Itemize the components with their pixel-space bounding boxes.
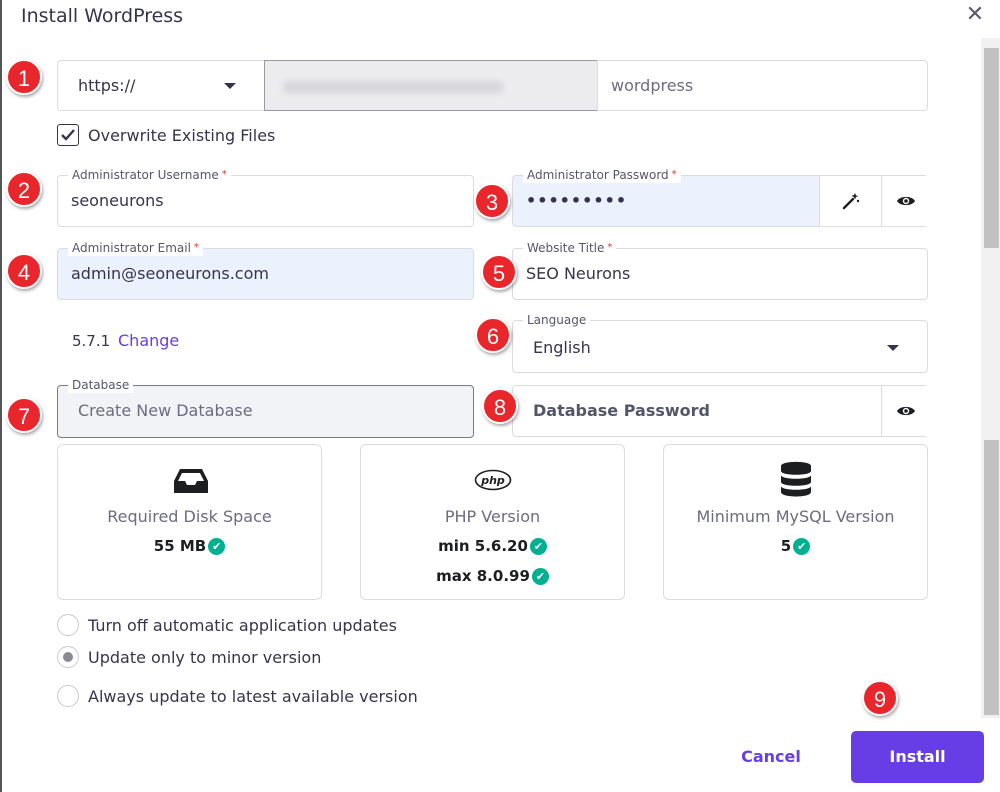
update-option-label: Turn off automatic application updates	[88, 615, 397, 635]
disk-space-value: 55 MB ✔	[58, 537, 321, 555]
admin-username-value: seoneurons	[71, 191, 164, 210]
annotation-badge-2: 2	[6, 171, 42, 207]
scrollbar-thumb[interactable]	[984, 48, 999, 248]
update-option-label: Always update to latest available versio…	[88, 686, 418, 706]
update-option-latest[interactable]: Always update to latest available versio…	[57, 685, 418, 707]
path-value: wordpress	[611, 76, 694, 95]
annotation-badge-6: 6	[475, 317, 511, 353]
install-wordpress-dialog: Install WordPress ✕ https:// wordpress O…	[0, 0, 1000, 792]
install-button[interactable]: Install	[851, 731, 984, 783]
disk-space-title: Required Disk Space	[107, 507, 272, 526]
close-icon[interactable]: ✕	[964, 4, 986, 26]
version-number: 5.7.1	[72, 332, 111, 350]
disk-space-card: Required Disk Space 55 MB ✔	[57, 444, 322, 600]
php-logo-icon: php	[474, 469, 512, 491]
database-field[interactable]: Database Create New Database	[57, 377, 474, 438]
inbox-tray-icon	[174, 469, 208, 493]
scrollbar-thumb-lower	[984, 440, 999, 715]
php-min-version: min 5.6.20 ✔	[361, 537, 624, 555]
annotation-badge-8: 8	[482, 388, 518, 424]
admin-username-field[interactable]: Administrator Username * seoneurons	[57, 167, 474, 227]
annotation-badge-1: 1	[6, 59, 42, 95]
chevron-down-icon	[224, 83, 236, 89]
show-admin-password-button[interactable]	[881, 176, 929, 226]
language-label: Language	[523, 312, 591, 328]
check-icon: ✔	[793, 538, 811, 555]
database-password-field[interactable]: Database Password	[512, 385, 929, 437]
show-database-password-button[interactable]	[881, 386, 929, 436]
database-label: Database	[68, 377, 134, 393]
update-option-label: Update only to minor version	[88, 647, 322, 667]
php-version-title: PHP Version	[444, 507, 541, 526]
database-icon	[781, 461, 811, 497]
annotation-badge-7: 7	[6, 397, 42, 433]
update-option-minor[interactable]: Update only to minor version	[57, 646, 321, 668]
chevron-down-icon	[887, 345, 899, 351]
database-value: Create New Database	[78, 401, 253, 420]
annotation-badge-5: 5	[481, 254, 517, 290]
check-icon: ✔	[531, 568, 549, 585]
overwrite-label: Overwrite Existing Files	[88, 126, 276, 145]
radio-dot	[63, 652, 73, 662]
website-title-value: SEO Neurons	[526, 264, 631, 283]
admin-email-label: Administrator Email *	[68, 240, 203, 256]
cancel-button[interactable]: Cancel	[726, 736, 816, 778]
admin-password-label: Administrator Password *	[523, 167, 681, 183]
database-password-placeholder: Database Password	[533, 401, 710, 420]
dialog-title: Install WordPress	[21, 5, 184, 27]
mysql-version-card: Minimum MySQL Version 5 ✔	[663, 444, 928, 600]
mysql-version-value: 5 ✔	[664, 537, 927, 555]
radio-button[interactable]	[57, 685, 79, 707]
annotation-badge-3: 3	[474, 183, 510, 219]
checkmark-icon	[61, 129, 75, 141]
radio-button-selected[interactable]	[57, 646, 79, 668]
check-icon: ✔	[208, 538, 226, 555]
admin-password-value: •••••••••	[526, 191, 628, 210]
admin-password-field[interactable]: Administrator Password * •••••••••	[512, 167, 929, 227]
eye-icon	[896, 406, 915, 416]
eye-icon	[896, 196, 915, 206]
change-version-link[interactable]: Change	[118, 331, 179, 350]
language-value: English	[533, 338, 591, 357]
admin-email-field[interactable]: Administrator Email * admin@seoneurons.co…	[57, 240, 474, 300]
svg-text:php: php	[480, 474, 505, 487]
annotation-badge-9: 9	[862, 680, 898, 716]
website-title-label: Website Title *	[523, 240, 617, 256]
mysql-version-title: Minimum MySQL Version	[696, 507, 895, 526]
protocol-select[interactable]: https://	[57, 60, 265, 111]
domain-value-blurred	[283, 81, 503, 93]
php-version-card: php PHP Version min 5.6.20 ✔ max 8.0.99 ✔	[360, 444, 625, 600]
radio-button[interactable]	[57, 614, 79, 636]
magic-wand-icon	[842, 193, 859, 210]
website-title-field[interactable]: Website Title * SEO Neurons	[512, 240, 928, 300]
overwrite-checkbox[interactable]	[57, 124, 79, 146]
update-option-off[interactable]: Turn off automatic application updates	[57, 614, 397, 636]
annotation-badge-4: 4	[6, 253, 42, 289]
protocol-value: https://	[78, 76, 136, 95]
php-max-version: max 8.0.99 ✔	[361, 567, 624, 585]
domain-field[interactable]	[264, 60, 598, 111]
path-field[interactable]: wordpress	[597, 60, 928, 111]
generate-password-button[interactable]	[819, 176, 881, 226]
admin-username-label: Administrator Username *	[68, 167, 231, 183]
language-select[interactable]: Language English	[512, 312, 928, 373]
check-icon: ✔	[529, 538, 547, 555]
admin-email-value: admin@seoneurons.com	[71, 264, 269, 283]
